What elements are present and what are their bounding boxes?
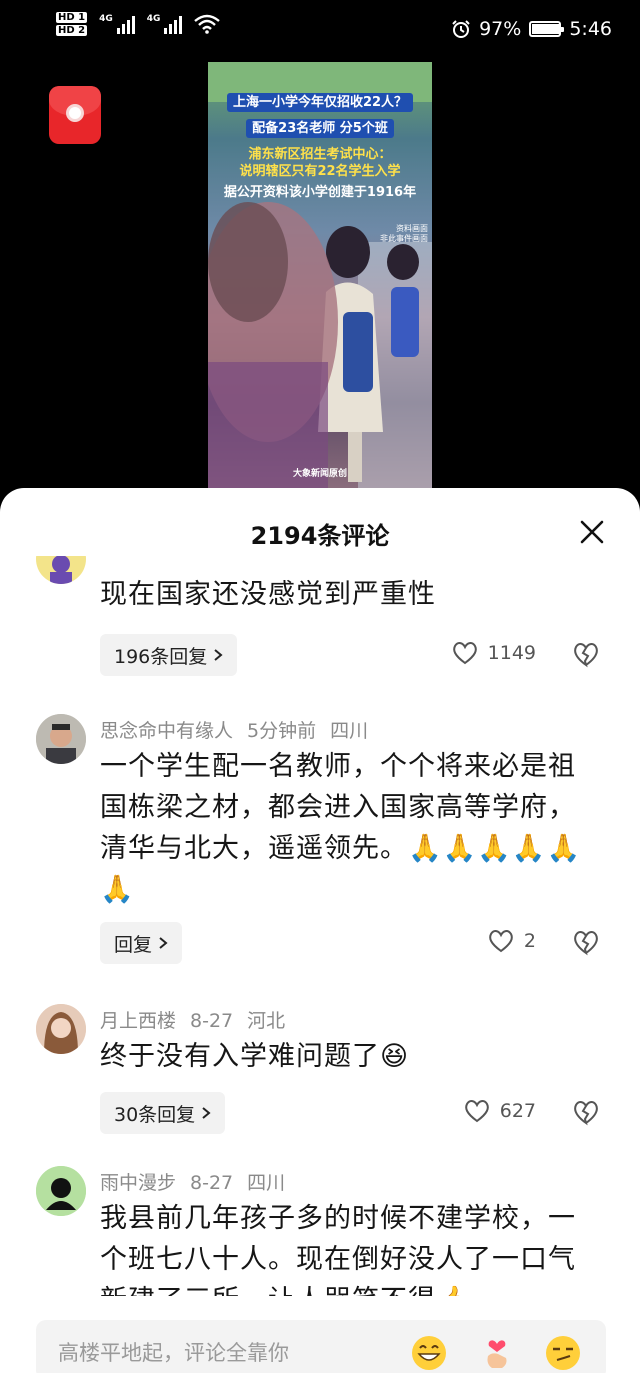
video-player[interactable]: 上海一小学今年仅招收22人？ 配备23名老师 分5个班 浦东新区招生考试中心： … [208, 62, 432, 488]
signal-bars-icon [116, 14, 135, 34]
comment-input[interactable]: 高楼平地起，评论全靠你 [36, 1320, 606, 1373]
comment-time: 8-27 [190, 1172, 234, 1194]
video-caption-3: 浦东新区招生考试中心： [248, 147, 392, 162]
battery-fill [532, 24, 560, 34]
comment-item: 思念命中有缘人 5分钟前 四川 一个学生配一名教师，个个将来必是祖国栋梁之材，都会进… [0, 696, 640, 986]
signal-bars-icon [164, 14, 183, 34]
hd2-badge: HD 2 [56, 25, 88, 36]
avatar[interactable] [36, 556, 86, 584]
hd-badges: HD 1 HD 2 [56, 12, 88, 36]
broken-heart-icon[interactable] [572, 1098, 600, 1126]
alarm-icon [452, 20, 470, 38]
avatar[interactable] [36, 1166, 86, 1216]
comment-meta: 思念命中有缘人 5分钟前 四川 [100, 716, 368, 743]
status-bar: HD 1 HD 2 4G 4G 97% 5:46 [0, 0, 640, 62]
video-note-2: 非此事件画面 [380, 234, 428, 243]
comment-location: 河北 [247, 1010, 286, 1032]
comment-meta: 雨中漫步 8-27 四川 [100, 1168, 285, 1195]
battery-icon [529, 21, 565, 37]
comment-item: 月上西楼 8-27 河北 终于没有入学难问题了😆 30条回复 627 [0, 986, 640, 1148]
close-icon[interactable] [578, 518, 606, 546]
comments-sheet: 2194条评论 现在国家还没感觉到严重性 196条回复 1149 思念命中有缘人… [0, 488, 640, 1373]
wifi-icon [194, 14, 221, 34]
heart-outline-icon [464, 1100, 489, 1123]
view-replies-button[interactable]: 196条回复 [100, 634, 238, 676]
comment-text: 现在国家还没感觉到严重性 [100, 579, 436, 610]
comment-time: 8-27 [190, 1010, 234, 1032]
comment-text: 一个学生配一名教师，个个将来必是祖国栋梁之材，都会进入国家高等学府，清华与北大，… [100, 751, 582, 905]
chevron-right-icon [202, 1107, 211, 1119]
finger-heart-emoji-icon[interactable] [478, 1334, 516, 1372]
comment-location: 四川 [330, 720, 369, 742]
like-button[interactable]: 2 [488, 929, 536, 953]
video-caption-5: 据公开资料该小学创建于1916年 [223, 185, 417, 200]
red-packet-icon[interactable] [49, 86, 101, 144]
heart-outline-icon [452, 642, 477, 665]
comment-username[interactable]: 雨中漫步 [100, 1172, 176, 1194]
view-replies-button[interactable]: 30条回复 [100, 1092, 226, 1134]
comment-location: 四川 [247, 1172, 286, 1194]
video-source: 大象新闻原创 [292, 469, 347, 479]
battery-percent: 97% [479, 18, 522, 40]
comment-text: 终于没有入学难问题了😆 [100, 1041, 410, 1072]
broken-heart-icon[interactable] [572, 928, 600, 956]
network-type-2: 4G [146, 14, 161, 24]
heart-outline-icon [489, 930, 513, 953]
status-right: 97% 5:46 [451, 18, 612, 40]
like-button[interactable]: 1149 [452, 641, 536, 665]
comment-item: 雨中漫步 8-27 四川 我县前几年孩子多的时候不建学校，一个班七八十人。现在倒好没… [0, 1148, 640, 1296]
signal-2: 4G [147, 14, 183, 34]
like-button[interactable]: 627 [464, 1099, 536, 1123]
video-headline-2: 配备23名老师 分5个班 [208, 119, 432, 138]
like-count: 1149 [487, 642, 536, 664]
comment-list[interactable]: 现在国家还没感觉到严重性 196条回复 1149 思念命中有缘人 5分钟前 四川 一… [0, 556, 640, 1296]
video-caption-4: 说明辖区只有22名学生入学 [239, 164, 401, 179]
video-note-1: 资料画面 [396, 224, 428, 233]
chevron-right-icon [214, 649, 223, 661]
replies-label: 30条回复 [114, 1103, 196, 1126]
signal-1: 4G [99, 14, 135, 34]
network-type-1: 4G [99, 14, 113, 24]
comments-count-title: 2194条评论 [250, 522, 390, 550]
comment-username[interactable]: 思念命中有缘人 [100, 720, 233, 742]
hd1-badge: HD 1 [56, 12, 88, 23]
reply-label: 回复 [114, 933, 153, 956]
comment-input-placeholder: 高楼平地起，评论全靠你 [58, 1341, 289, 1365]
comment-meta: 月上西楼 8-27 河北 [100, 1006, 285, 1033]
signal-group: HD 1 HD 2 4G 4G [56, 12, 221, 36]
video-note: 资料画面 非此事件画面 [380, 224, 428, 244]
chevron-right-icon [159, 937, 168, 949]
reply-button[interactable]: 回复 [100, 922, 183, 964]
like-count: 627 [499, 1100, 536, 1122]
clock: 5:46 [569, 18, 612, 40]
avatar[interactable] [36, 1004, 86, 1054]
comment-time: 5分钟前 [247, 720, 317, 742]
comment-text: 我县前几年孩子多的时候不建学校，一个班七八十人。现在倒好没人了一口气新建了三所，… [100, 1203, 576, 1296]
comment-username[interactable]: 月上西楼 [100, 1010, 176, 1032]
video-headline-1: 上海一小学今年仅招收22人？ [208, 93, 432, 112]
smirk-emoji-icon[interactable] [544, 1334, 582, 1372]
replies-label: 196条回复 [114, 645, 208, 668]
grin-emoji-icon[interactable] [410, 1334, 448, 1372]
avatar[interactable] [36, 714, 86, 764]
comment-item: 现在国家还没感觉到严重性 196条回复 1149 [0, 556, 640, 696]
broken-heart-icon[interactable] [572, 640, 600, 668]
like-count: 2 [523, 930, 536, 952]
